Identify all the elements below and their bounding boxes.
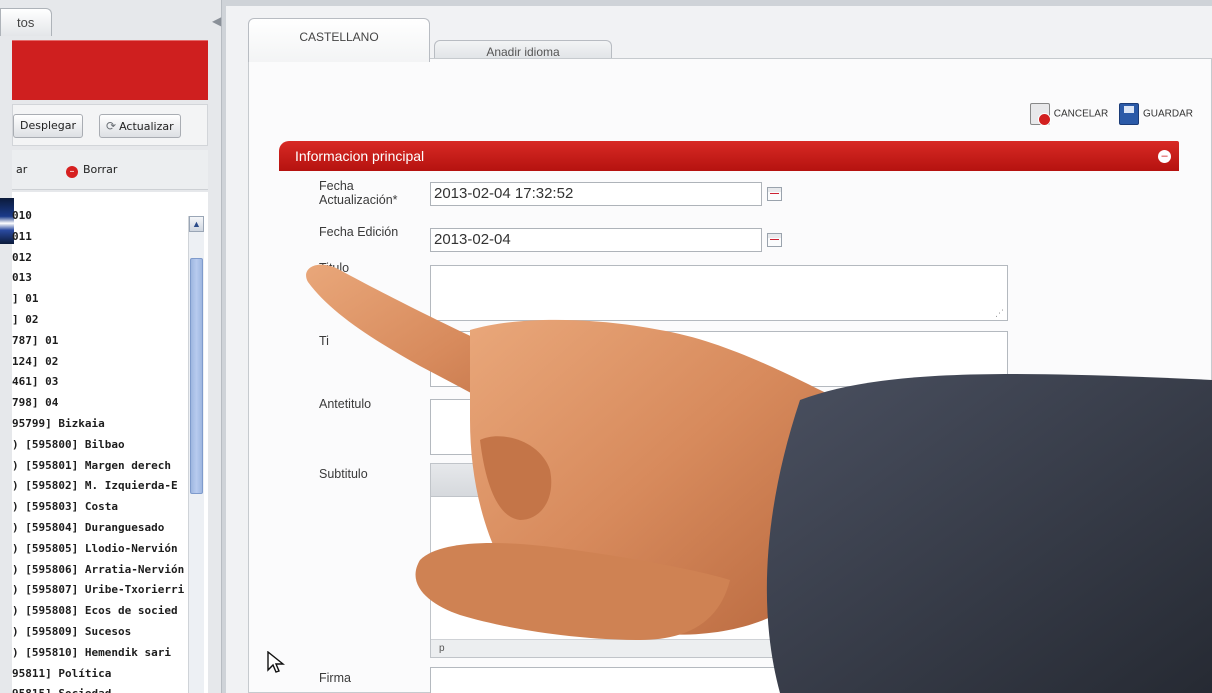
list-item[interactable]: 013 <box>12 268 188 289</box>
tree-list: 010 011 012 013 ] 01 ] 02 787] 01 124] 0… <box>12 206 188 693</box>
fecha-actualizacion-input[interactable]: 2013-02-04 17:32:52 <box>430 182 762 206</box>
refresh-button[interactable]: ⟳ Actualizar <box>99 114 181 138</box>
list-item[interactable]: ] 02 <box>12 310 188 331</box>
list-toolbar-left-action[interactable]: ar <box>16 163 27 176</box>
save-icon <box>1118 103 1139 125</box>
refresh-icon: ⟳ <box>106 119 117 133</box>
tab-castellano[interactable]: CASTELLANO <box>248 18 430 62</box>
fecha-actualizacion-value: 2013-02-04 17:32:52 <box>434 185 574 202</box>
save-button[interactable]: GUARDAR <box>1118 103 1193 125</box>
tree-toolbar: Desplegar ⟳ Actualizar <box>12 104 208 146</box>
left-panel: tos Desplegar ⟳ Actualizar ar – Borrar 010… <box>0 0 222 693</box>
form-actions: CANCELAR GUARDAR <box>1022 103 1193 127</box>
delete-button[interactable]: – Borrar <box>66 163 117 178</box>
list-item[interactable]: 787] 01 <box>12 331 188 352</box>
expand-button-label: Desplegar <box>20 119 77 132</box>
delete-button-label: Borrar <box>83 163 118 176</box>
list-item[interactable]: 95815] Sociedad <box>12 684 188 693</box>
antetitulo-textarea[interactable] <box>430 399 1008 455</box>
antetitulo-label: Antetitulo <box>319 397 372 411</box>
list-toolbar: ar – Borrar <box>12 150 208 190</box>
panel-splitter-icon[interactable]: ◀ <box>212 14 221 34</box>
list-item[interactable]: ) [595806] Arratia-Nervión <box>12 560 188 581</box>
editor-toolbar <box>431 464 1009 497</box>
form-card: CANCELAR GUARDAR Informacion principal –… <box>248 58 1212 693</box>
fecha-edicion-label: Fecha Edición <box>319 225 399 239</box>
list-item[interactable]: 461] 03 <box>12 372 188 393</box>
firma-label: Firma <box>319 671 351 685</box>
list-item[interactable]: ) [595808] Ecos de socied <box>12 601 188 622</box>
calendar-icon[interactable] <box>767 187 782 201</box>
tab-castellano-label: CASTELLANO <box>299 30 379 44</box>
main-panel: CASTELLANO Anadir idioma CANCELAR GUARDA… <box>226 6 1212 693</box>
list-item[interactable]: ) [595802] M. Izquierda-E <box>12 476 188 497</box>
resize-grip-icon[interactable]: ⋰ <box>995 308 1004 319</box>
expand-button[interactable]: Desplegar <box>13 114 84 138</box>
editor-statusbar: p <box>431 639 1009 657</box>
scroll-thumb[interactable] <box>190 258 203 494</box>
list-item[interactable]: ) [595803] Costa <box>12 497 188 518</box>
list-item[interactable]: ) [595805] Llodio-Nervión <box>12 539 188 560</box>
list-item[interactable]: 011 <box>12 227 188 248</box>
left-panel-tab[interactable]: tos <box>0 8 52 36</box>
editor-status-path: p <box>439 643 445 654</box>
list-item[interactable]: 95799] Bizkaia <box>12 414 188 435</box>
fecha-actualizacion-label: Fecha Actualización* <box>319 179 398 207</box>
cancel-icon <box>1029 103 1051 126</box>
list-item[interactable]: ) [595800] Bilbao <box>12 435 188 456</box>
left-panel-header <box>12 40 208 100</box>
second-field-textarea[interactable]: ⋰ <box>430 331 1008 387</box>
fecha-edicion-input[interactable]: 2013-02-04 <box>430 228 762 252</box>
section-title: Informacion principal <box>295 148 425 164</box>
list-item[interactable]: ) [595801] Margen derech <box>12 456 188 477</box>
subtitulo-label: Subtitulo <box>319 467 368 481</box>
section-header[interactable]: Informacion principal – <box>279 141 1179 171</box>
list-item[interactable]: ) [595810] Hemendik sari <box>12 643 188 664</box>
cancel-button[interactable]: CANCELAR <box>1029 103 1109 126</box>
list-item[interactable]: 95811] Política <box>12 664 188 685</box>
cancel-button-label: CANCELAR <box>1053 108 1109 120</box>
collapse-icon[interactable]: – <box>1158 150 1171 163</box>
list-item[interactable]: 012 <box>12 248 188 269</box>
refresh-button-label: Actualizar <box>119 120 174 133</box>
firma-input[interactable] <box>430 667 1008 693</box>
tree-scrollbar[interactable]: ▲ <box>188 216 204 693</box>
list-item[interactable]: ) [595807] Uribe-Txorierri <box>12 580 188 601</box>
second-field-label: Ti <box>319 334 329 348</box>
titulo-textarea[interactable]: ⋰ <box>430 265 1008 321</box>
save-button-label: GUARDAR <box>1142 108 1193 120</box>
calendar-icon[interactable] <box>767 233 782 247</box>
delete-icon: – <box>66 166 78 178</box>
resize-grip-icon[interactable]: ⋰ <box>995 374 1004 385</box>
tab-add-language-label: Anadir idioma <box>486 45 560 59</box>
list-item[interactable]: 798] 04 <box>12 393 188 414</box>
fecha-edicion-value: 2013-02-04 <box>434 231 511 248</box>
list-item[interactable]: ] 01 <box>12 289 188 310</box>
list-item[interactable]: ) [595804] Duranguesado <box>12 518 188 539</box>
list-item[interactable]: 010 <box>12 206 188 227</box>
list-item[interactable]: ) [595809] Sucesos <box>12 622 188 643</box>
fecha-actualizacion-label-line2: Actualización* <box>319 193 398 207</box>
list-item[interactable]: 124] 02 <box>12 352 188 373</box>
left-panel-tab-label: tos <box>17 15 35 30</box>
scroll-up-button[interactable]: ▲ <box>189 216 204 232</box>
titulo-label: Titulo <box>319 261 350 275</box>
subtitulo-editor[interactable]: p <box>430 463 1010 658</box>
fecha-actualizacion-label-line1: Fecha <box>319 179 354 193</box>
mouse-pointer-icon <box>267 650 285 681</box>
